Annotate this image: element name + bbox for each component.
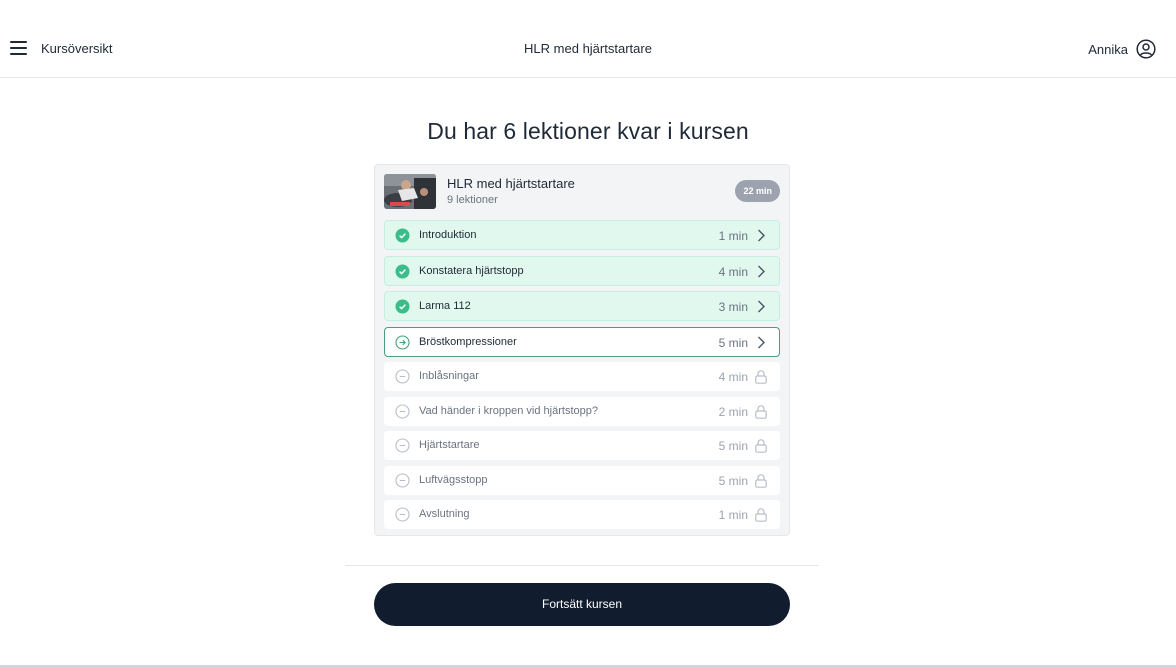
divider	[345, 565, 819, 566]
lesson-label: Bröstkompressioner	[419, 335, 517, 348]
lesson-duration: 1 min	[718, 507, 748, 522]
lesson-duration: 4 min	[718, 264, 748, 279]
lesson-label: Konstatera hjärtstopp	[419, 264, 524, 277]
lock-icon	[755, 473, 767, 488]
lesson-item-luftvagsstopp: Luftvägsstopp 5 min	[384, 465, 780, 495]
top-bar: Kursöversikt HLR med hjärtstartare Annik…	[0, 0, 1176, 78]
lesson-item-larma-112[interactable]: Larma 112 3 min	[384, 291, 780, 322]
course-header: HLR med hjärtstartare 9 lektioner 22 min	[384, 174, 780, 209]
page-heading: Du har 6 lektioner kvar i kursen	[427, 118, 749, 144]
lesson-item-avslutning: Avslutning 1 min	[384, 499, 780, 529]
lesson-item-inblasningar: Inblåsningar 4 min	[384, 362, 780, 392]
lesson-item-hjartstartare: Hjärtstartare 5 min	[384, 431, 780, 461]
lesson-label: Hjärtstartare	[419, 439, 480, 452]
course-card: HLR med hjärtstartare 9 lektioner 22 min…	[374, 164, 790, 536]
lesson-duration: 5 min	[718, 439, 748, 454]
lock-icon	[755, 439, 767, 453]
minus-circle-icon	[395, 507, 410, 522]
course-lesson-count: 9 lektioner	[447, 194, 498, 206]
lesson-item-konstatera-hjartstopp[interactable]: Konstatera hjärtstopp 4 min	[384, 255, 780, 286]
lesson-item-brostkompressioner[interactable]: Bröstkompressioner 5 min	[384, 326, 780, 357]
lesson-item-vad-hander-i-kroppen: Vad händer i kroppen vid hjärtstopp? 2 m…	[384, 396, 780, 426]
chevron-right-icon	[758, 300, 765, 313]
check-circle-icon	[395, 264, 410, 279]
minus-circle-icon	[395, 472, 410, 488]
user-menu[interactable]: Annika	[1088, 38, 1156, 60]
continue-course-button[interactable]: Fortsätt kursen	[374, 583, 790, 626]
lesson-duration: 1 min	[718, 229, 748, 243]
check-circle-icon	[395, 228, 410, 243]
minus-circle-icon	[395, 438, 410, 453]
user-name: Annika	[1088, 41, 1128, 57]
lesson-duration: 4 min	[718, 370, 748, 385]
minus-circle-icon	[395, 404, 410, 419]
course-name: HLR med hjärtstartare	[447, 176, 575, 191]
lesson-label: Inblåsningar	[419, 370, 479, 383]
chevron-right-icon	[758, 265, 765, 278]
lesson-duration: 5 min	[718, 335, 748, 350]
check-circle-icon	[395, 299, 410, 314]
arrow-right-circle-icon	[395, 335, 410, 350]
lesson-item-introduktion[interactable]: Introduktion 1 min	[384, 220, 780, 250]
course-overview-link[interactable]: Kursöversikt	[41, 41, 113, 56]
minus-circle-icon	[395, 369, 410, 384]
user-circle-icon	[1136, 39, 1156, 59]
lock-icon	[755, 405, 767, 419]
hamburger-menu-icon[interactable]	[10, 41, 28, 55]
chevron-right-icon	[758, 336, 765, 349]
lesson-label: Vad händer i kroppen vid hjärtstopp?	[419, 404, 598, 417]
course-thumbnail	[384, 174, 436, 209]
lock-icon	[755, 370, 767, 385]
lesson-duration: 3 min	[718, 300, 748, 315]
course-title: HLR med hjärtstartare	[524, 41, 652, 56]
lesson-label: Luftvägsstopp	[419, 473, 488, 486]
lesson-label: Larma 112	[419, 300, 471, 313]
chevron-right-icon	[758, 229, 765, 242]
course-duration-badge: 22 min	[735, 180, 780, 202]
lesson-label: Introduktion	[419, 229, 477, 241]
lesson-duration: 5 min	[718, 473, 748, 488]
lesson-duration: 2 min	[718, 404, 748, 419]
lock-icon	[755, 508, 767, 522]
lesson-list: Introduktion 1 min Konstatera hjärtstopp…	[384, 220, 780, 534]
lesson-label: Avslutning	[419, 507, 470, 520]
